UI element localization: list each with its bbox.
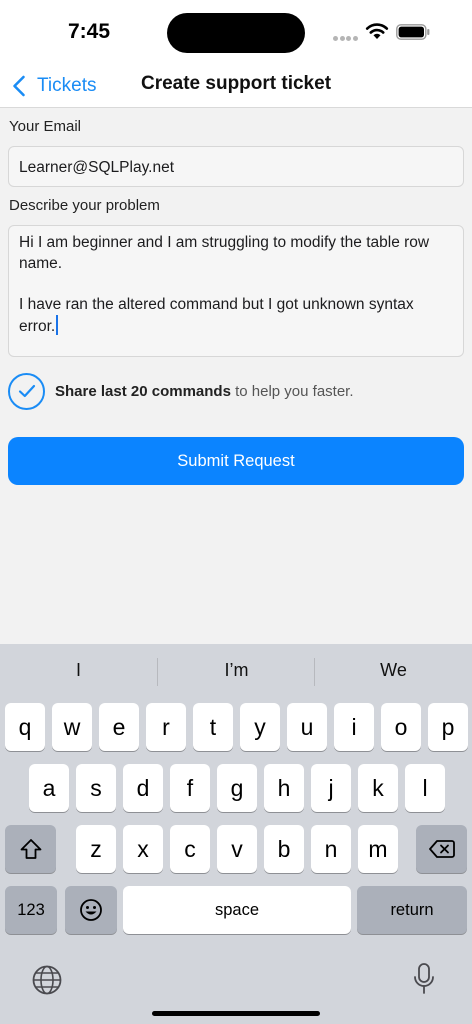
- email-field[interactable]: Learner@SQLPlay.net: [8, 146, 464, 187]
- emoji-icon: [80, 899, 102, 921]
- key-d[interactable]: d: [123, 764, 163, 812]
- key-u[interactable]: u: [287, 703, 327, 751]
- key-e[interactable]: e: [99, 703, 139, 751]
- key-q[interactable]: q: [5, 703, 45, 751]
- key-h[interactable]: h: [264, 764, 304, 812]
- share-commands-row[interactable]: Share last 20 commands to help you faste…: [8, 372, 354, 410]
- shift-key[interactable]: [5, 825, 56, 873]
- key-k[interactable]: k: [358, 764, 398, 812]
- page-title: Create support ticket: [140, 73, 332, 94]
- key-j[interactable]: j: [311, 764, 351, 812]
- navigation-bar: Tickets Create support ticket: [0, 64, 472, 108]
- share-commands-label-rest: to help you faster.: [230, 382, 354, 400]
- problem-label: Describe your problem: [9, 197, 160, 214]
- wifi-icon: [365, 23, 389, 39]
- key-o[interactable]: o: [381, 703, 421, 751]
- key-s[interactable]: s: [76, 764, 116, 812]
- key-c[interactable]: c: [170, 825, 210, 873]
- status-bar: 7:45: [0, 0, 472, 64]
- email-label: Your Email: [9, 118, 81, 135]
- problem-text-paragraph-2: I have ran the altered command but I got…: [19, 296, 414, 335]
- cellular-signal-icon: [333, 36, 359, 42]
- problem-text-paragraph-1: Hi I am beginner and I am struggling to …: [19, 234, 430, 272]
- key-g[interactable]: g: [217, 764, 257, 812]
- shift-icon: [20, 839, 41, 859]
- suggestion-item[interactable]: I’m: [158, 660, 315, 681]
- battery-icon: [396, 24, 430, 40]
- microphone-icon[interactable]: [413, 962, 435, 996]
- key-t[interactable]: t: [193, 703, 233, 751]
- key-l[interactable]: l: [405, 764, 445, 812]
- key-y[interactable]: y: [240, 703, 280, 751]
- share-commands-label-bold: Share last 20 commands: [55, 382, 231, 400]
- key-b[interactable]: b: [264, 825, 304, 873]
- keyboard: I I’m We q w e r t y u i o p a s d f g h…: [0, 644, 472, 1024]
- key-m[interactable]: m: [358, 825, 398, 873]
- problem-textarea[interactable]: Hi I am beginner and I am struggling to …: [8, 225, 464, 357]
- share-commands-checkbox[interactable]: [8, 372, 45, 410]
- key-z[interactable]: z: [76, 825, 116, 873]
- share-commands-label: Share last 20 commands to help you faste…: [55, 383, 354, 400]
- space-key[interactable]: space: [123, 886, 351, 934]
- globe-icon[interactable]: [31, 964, 63, 996]
- suggestion-item[interactable]: We: [315, 660, 472, 681]
- key-v[interactable]: v: [217, 825, 257, 873]
- status-time: 7:45: [68, 20, 111, 43]
- key-x[interactable]: x: [123, 825, 163, 873]
- backspace-icon: [428, 840, 455, 858]
- emoji-key[interactable]: [65, 886, 117, 934]
- suggestion-item[interactable]: I: [0, 660, 157, 681]
- key-a[interactable]: a: [29, 764, 69, 812]
- home-indicator[interactable]: [152, 1011, 320, 1016]
- key-r[interactable]: r: [146, 703, 186, 751]
- numbers-key[interactable]: 123: [5, 886, 57, 934]
- return-key[interactable]: return: [357, 886, 467, 934]
- suggestion-bar: I I’m We: [0, 644, 472, 700]
- key-i[interactable]: i: [334, 703, 374, 751]
- key-f[interactable]: f: [170, 764, 210, 812]
- key-w[interactable]: w: [52, 703, 92, 751]
- checkmark-icon: [18, 384, 35, 398]
- key-n[interactable]: n: [311, 825, 351, 873]
- delete-key[interactable]: [416, 825, 467, 873]
- dynamic-island: [167, 13, 305, 53]
- text-cursor: [56, 315, 59, 335]
- submit-request-button[interactable]: Submit Request: [8, 437, 464, 485]
- key-p[interactable]: p: [428, 703, 468, 751]
